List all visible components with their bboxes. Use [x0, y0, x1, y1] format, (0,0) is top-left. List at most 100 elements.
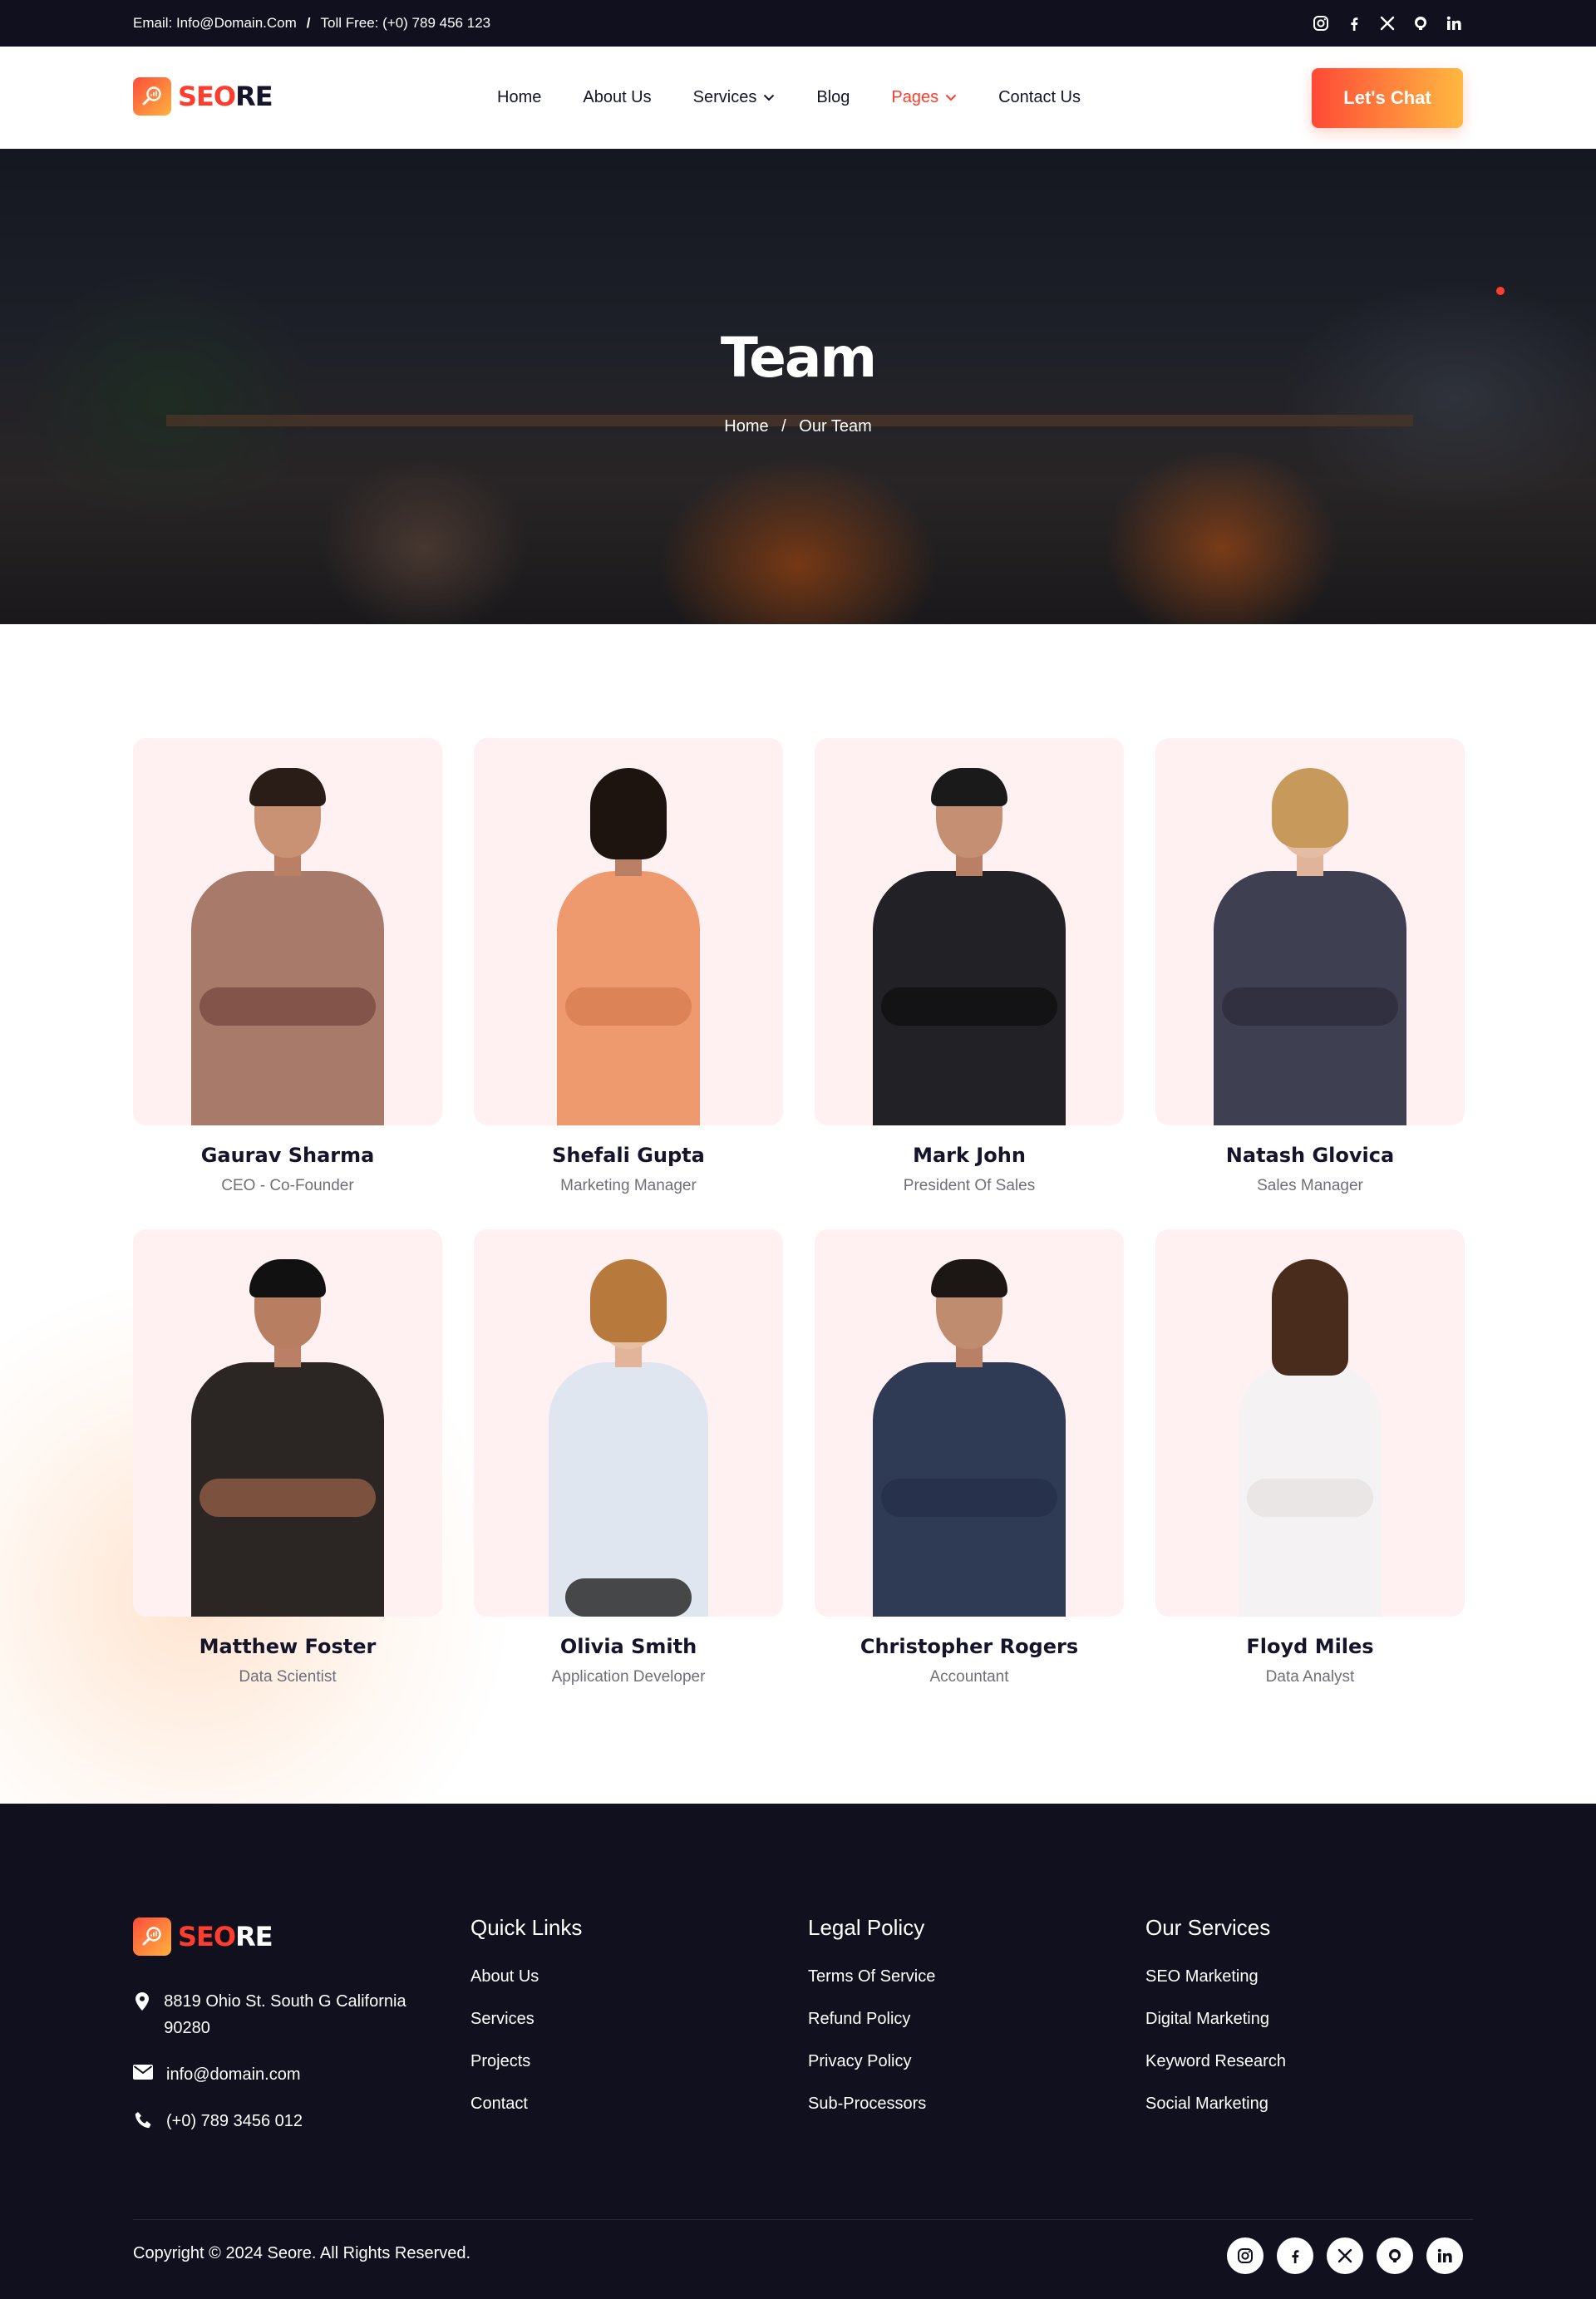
- footer-logo[interactable]: SEORE: [133, 1917, 273, 1956]
- footer-link-services[interactable]: Services: [470, 2010, 534, 2028]
- footer-link-refund-policy[interactable]: Refund Policy: [808, 2010, 910, 2028]
- footer-link-keyword-research[interactable]: Keyword Research: [1145, 2052, 1286, 2070]
- footer-address-text: 8819 Ohio St. South G California 90280: [164, 1992, 406, 2037]
- footer-socials: [1227, 2237, 1463, 2274]
- instagram-icon[interactable]: [1227, 2237, 1264, 2274]
- breadcrumb: Home / Our Team: [0, 417, 1596, 436]
- hero-accent-dot: [1496, 287, 1505, 295]
- breadcrumb-home-link[interactable]: Home: [724, 417, 768, 436]
- team-member-role: Application Developer: [551, 1668, 706, 1686]
- footer-legal-policy: Legal Policy Terms Of Service Refund Pol…: [808, 1915, 935, 2137]
- footer-column-title: Quick Links: [470, 1915, 583, 1940]
- team-card[interactable]: Natash Glovica Sales Manager: [1155, 738, 1465, 1195]
- phone-icon: [133, 2108, 153, 2134]
- team-member-role: Sales Manager: [1257, 1177, 1363, 1194]
- team-member-role: Data Analyst: [1265, 1668, 1355, 1686]
- footer-email-text[interactable]: info@domain.com: [166, 2061, 300, 2088]
- nav-item-home[interactable]: Home: [497, 88, 541, 107]
- instagram-icon[interactable]: [1312, 14, 1330, 32]
- footer-link-privacy-policy[interactable]: Privacy Policy: [808, 2052, 911, 2070]
- team-member-name[interactable]: Gaurav Sharma: [133, 1144, 442, 1167]
- logo-magnifier-icon: [133, 1917, 171, 1956]
- team-member-photo: [133, 738, 442, 1125]
- team-section: Gaurav Sharma CEO - Co-Founder Shefali G…: [0, 624, 1596, 1804]
- team-member-role: President Of Sales: [903, 1177, 1036, 1194]
- lets-chat-button[interactable]: Let's Chat: [1312, 68, 1463, 128]
- team-member-role: Data Scientist: [239, 1668, 337, 1686]
- github-icon[interactable]: [1411, 14, 1430, 32]
- team-card[interactable]: Shefali Gupta Marketing Manager: [474, 738, 783, 1195]
- footer-link-about-us[interactable]: About Us: [470, 1967, 539, 1986]
- top-bar-contact: Email: Info@Domain.Com / Toll Free: (+0)…: [133, 0, 490, 47]
- footer-column-title: Our Services: [1145, 1915, 1271, 1940]
- footer-link-social-marketing[interactable]: Social Marketing: [1145, 2095, 1268, 2113]
- team-member-photo: [1155, 738, 1465, 1125]
- breadcrumb-current: Our Team: [799, 417, 872, 436]
- nav-item-contact-us[interactable]: Contact Us: [998, 88, 1081, 107]
- nav-item-services[interactable]: Services: [693, 88, 776, 107]
- facebook-icon[interactable]: [1345, 14, 1363, 32]
- team-member-name[interactable]: Christopher Rogers: [815, 1635, 1124, 1658]
- team-card[interactable]: Matthew Foster Data Scientist: [133, 1229, 442, 1686]
- top-bar-socials: [1312, 0, 1463, 47]
- footer-phone-text[interactable]: (+0) 789 3456 012: [166, 2108, 303, 2134]
- footer-quick-links: Quick Links About Us Services Projects C…: [470, 1915, 582, 2137]
- team-member-role: Marketing Manager: [560, 1177, 697, 1194]
- x-twitter-icon[interactable]: [1327, 2237, 1363, 2274]
- site-footer: SEORE 8819 Ohio St. South G California 9…: [0, 1804, 1596, 2299]
- site-logo[interactable]: SEORE: [133, 77, 273, 116]
- top-bar-phone[interactable]: Toll Free: (+0) 789 456 123: [321, 15, 491, 32]
- site-header: SEORE Home About Us Services Blog Pages …: [0, 47, 1596, 149]
- team-card[interactable]: Olivia Smith Application Developer: [474, 1229, 783, 1686]
- top-bar: Email: Info@Domain.Com / Toll Free: (+0)…: [0, 0, 1596, 47]
- team-card[interactable]: Mark John President Of Sales: [815, 738, 1124, 1195]
- footer-address: 8819 Ohio St. South G California 90280: [133, 1988, 424, 2041]
- team-member-name[interactable]: Mark John: [815, 1144, 1124, 1167]
- team-member-role: Accountant: [929, 1668, 1009, 1686]
- logo-magnifier-icon: [133, 77, 171, 116]
- footer-link-terms[interactable]: Terms Of Service: [808, 1967, 935, 1986]
- x-twitter-icon[interactable]: [1378, 14, 1396, 32]
- footer-link-contact[interactable]: Contact: [470, 2095, 528, 2113]
- team-member-name[interactable]: Shefali Gupta: [474, 1144, 783, 1167]
- team-member-photo: [815, 738, 1124, 1125]
- footer-link-projects[interactable]: Projects: [470, 2052, 530, 2070]
- linkedin-icon[interactable]: [1445, 14, 1463, 32]
- team-member-photo: [815, 1229, 1124, 1617]
- top-bar-separator: /: [306, 15, 311, 31]
- footer-our-services: Our Services SEO Marketing Digital Marke…: [1145, 1915, 1286, 2137]
- team-member-photo: [474, 1229, 783, 1617]
- team-card[interactable]: Floyd Miles Data Analyst: [1155, 1229, 1465, 1686]
- linkedin-icon[interactable]: [1426, 2237, 1463, 2274]
- footer-divider: [133, 2219, 1473, 2220]
- footer-link-seo-marketing[interactable]: SEO Marketing: [1145, 1967, 1259, 1986]
- nav-item-about-us[interactable]: About Us: [583, 88, 651, 107]
- team-member-photo: [133, 1229, 442, 1617]
- facebook-icon[interactable]: [1277, 2237, 1313, 2274]
- team-member-name[interactable]: Floyd Miles: [1155, 1635, 1465, 1658]
- location-pin-icon: [133, 1988, 150, 2041]
- footer-column-title: Legal Policy: [808, 1915, 925, 1940]
- nav-item-blog[interactable]: Blog: [816, 88, 850, 107]
- github-icon[interactable]: [1377, 2237, 1413, 2274]
- breadcrumb-separator: /: [781, 417, 786, 436]
- copyright-text: Copyright © 2024 Seore. All Rights Reser…: [133, 2244, 471, 2262]
- nav-item-pages[interactable]: Pages: [891, 88, 957, 107]
- team-member-name[interactable]: Matthew Foster: [133, 1635, 442, 1658]
- team-member-name[interactable]: Olivia Smith: [474, 1635, 783, 1658]
- top-bar-email[interactable]: Email: Info@Domain.Com: [133, 15, 297, 32]
- footer-email[interactable]: info@domain.com: [133, 2061, 300, 2088]
- chevron-down-icon: [764, 94, 775, 101]
- team-member-name[interactable]: Natash Glovica: [1155, 1144, 1465, 1167]
- chevron-down-icon: [945, 94, 957, 101]
- team-member-photo: [474, 738, 783, 1125]
- envelope-icon: [133, 2061, 153, 2088]
- footer-phone[interactable]: (+0) 789 3456 012: [133, 2108, 303, 2134]
- team-card[interactable]: Gaurav Sharma CEO - Co-Founder: [133, 738, 442, 1195]
- footer-link-sub-processors[interactable]: Sub-Processors: [808, 2095, 926, 2113]
- team-card[interactable]: Christopher Rogers Accountant: [815, 1229, 1124, 1686]
- footer-link-digital-marketing[interactable]: Digital Marketing: [1145, 2010, 1269, 2028]
- page-title: Team: [720, 326, 877, 390]
- main-nav: Home About Us Services Blog Pages Contac…: [497, 47, 1081, 149]
- logo-wordmark: SEORE: [178, 81, 273, 112]
